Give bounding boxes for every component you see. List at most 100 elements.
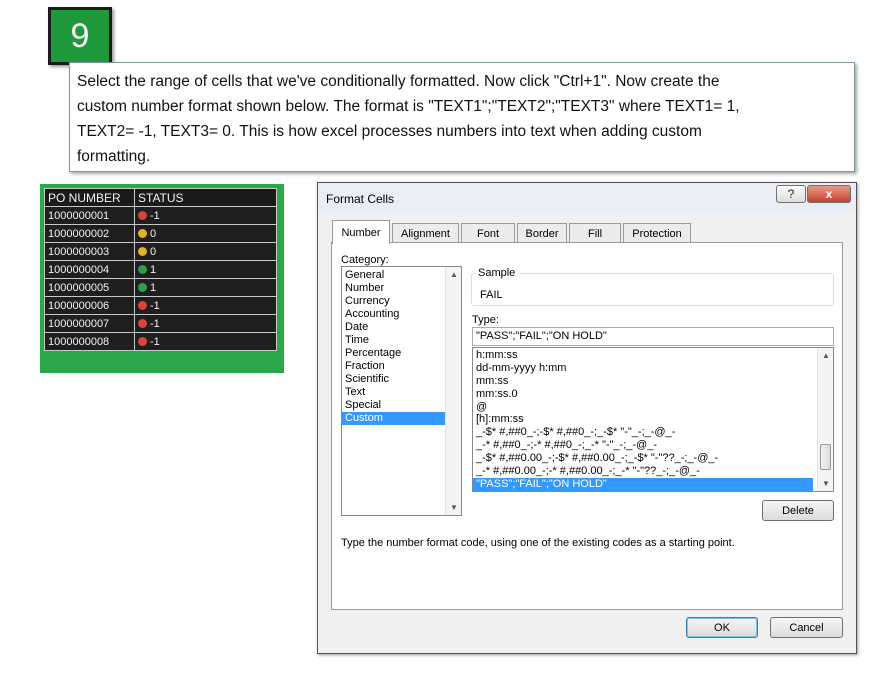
status-cell[interactable]: 0	[134, 242, 277, 261]
question-mark-icon: ?	[787, 187, 795, 201]
status-value: 0	[150, 245, 157, 258]
scroll-up-icon[interactable]: ▲	[446, 270, 462, 279]
list-item[interactable]: mm:ss.0	[473, 388, 813, 401]
po-cell[interactable]: 1000000003	[44, 242, 135, 261]
status-value: 1	[150, 263, 157, 276]
scroll-down-icon[interactable]: ▼	[818, 479, 833, 488]
status-value: -1	[150, 335, 160, 348]
status-value: -1	[150, 317, 160, 330]
list-item[interactable]: Date	[342, 321, 446, 334]
po-cell[interactable]: 1000000001	[44, 206, 135, 225]
tab-number[interactable]: Number	[332, 220, 390, 244]
scroll-up-icon[interactable]: ▲	[818, 351, 833, 360]
scroll-thumb[interactable]	[820, 444, 831, 470]
status-cell[interactable]: 1	[134, 260, 277, 279]
red-circle-icon	[138, 300, 147, 310]
list-item[interactable]: _-$* #,##0_-;-$* #,##0_-;_-$* "-"_-;_-@_…	[473, 426, 813, 439]
list-item-selected[interactable]: "PASS";"FAIL";"ON HOLD"	[473, 477, 813, 491]
tab-fill[interactable]: Fill	[569, 223, 621, 243]
instruction-box: Select the range of cells that we've con…	[69, 62, 855, 172]
po-cell[interactable]: 1000000008	[44, 332, 135, 351]
po-cell[interactable]: 1000000007	[44, 314, 135, 333]
po-cell[interactable]: 1000000004	[44, 260, 135, 279]
close-icon: x	[825, 187, 833, 201]
cancel-label: Cancel	[789, 621, 824, 634]
spreadsheet-excerpt: PO NUMBER STATUS 1000000001 -1 1000000002…	[40, 184, 284, 373]
close-button[interactable]: x	[807, 185, 851, 203]
number-tab-panel: Category: General Number Currency Accoun…	[331, 242, 843, 610]
list-item[interactable]: Accounting	[342, 308, 446, 321]
table-row: 1000000005 1	[44, 278, 277, 297]
status-cell[interactable]: -1	[134, 314, 277, 333]
table-row: 1000000004 1	[44, 260, 277, 279]
scroll-down-icon[interactable]: ▼	[446, 503, 462, 512]
ok-label: OK	[714, 621, 730, 634]
delete-button[interactable]: Delete	[762, 500, 834, 521]
list-item[interactable]: Special	[342, 399, 446, 412]
format-scrollbar[interactable]: ▲ ▼	[817, 348, 833, 491]
instruction-line: TEXT2= -1, TEXT3= 0. This is how excel p…	[77, 123, 702, 140]
step-badge: 9	[48, 7, 112, 65]
sample-box	[471, 273, 834, 306]
sample-value: FAIL	[480, 289, 503, 301]
po-cell[interactable]: 1000000005	[44, 278, 135, 297]
list-item[interactable]: Text	[342, 386, 446, 399]
po-cell[interactable]: 1000000006	[44, 296, 135, 315]
instruction-line: custom number format shown below. The fo…	[77, 98, 740, 115]
list-item[interactable]: @	[473, 401, 813, 414]
status-cell[interactable]: -1	[134, 206, 277, 225]
status-header[interactable]: STATUS	[134, 188, 277, 207]
po-number-header[interactable]: PO NUMBER	[44, 188, 135, 207]
red-circle-icon	[138, 210, 147, 220]
list-item[interactable]: Scientific	[342, 373, 446, 386]
ok-button[interactable]: OK	[686, 617, 758, 638]
po-cell[interactable]: 1000000002	[44, 224, 135, 243]
table-row: 1000000002 0	[44, 224, 277, 243]
type-label: Type:	[472, 314, 499, 326]
table-row: 1000000007 -1	[44, 314, 277, 333]
tab-border[interactable]: Border	[517, 223, 567, 243]
status-value: -1	[150, 209, 160, 222]
status-cell[interactable]: 0	[134, 224, 277, 243]
green-circle-icon	[138, 264, 147, 274]
status-cell[interactable]: 1	[134, 278, 277, 297]
list-item[interactable]: [h]:mm:ss	[473, 413, 813, 426]
list-item[interactable]: Time	[342, 334, 446, 347]
status-cell[interactable]: -1	[134, 332, 277, 351]
tab-font[interactable]: Font	[461, 223, 515, 243]
category-list[interactable]: General Number Currency Accounting Date …	[341, 266, 462, 516]
format-cells-dialog: Format Cells ? x Number Alignment Font B…	[317, 182, 857, 654]
list-item[interactable]: Number	[342, 282, 446, 295]
list-item-selected[interactable]: Custom	[342, 412, 446, 425]
dialog-title: Format Cells	[326, 192, 395, 206]
list-item[interactable]: h:mm:ss	[473, 349, 813, 362]
list-item[interactable]: dd-mm-yyyy h:mm	[473, 362, 813, 375]
dialog-titlebar[interactable]: Format Cells ? x	[318, 183, 856, 213]
list-item[interactable]: Fraction	[342, 360, 446, 373]
status-cell[interactable]: -1	[134, 296, 277, 315]
tab-protection[interactable]: Protection	[623, 223, 691, 243]
instruction-line: formatting.	[77, 148, 151, 165]
list-item[interactable]: _-* #,##0_-;-* #,##0_-;_-* "-"_-;_-@_-	[473, 439, 813, 452]
tab-alignment[interactable]: Alignment	[392, 223, 459, 243]
list-item[interactable]: _-$* #,##0.00_-;-$* #,##0.00_-;_-$* "-"?…	[473, 452, 813, 465]
cancel-button[interactable]: Cancel	[770, 617, 843, 638]
list-item[interactable]: Percentage	[342, 347, 446, 360]
status-value: 0	[150, 227, 157, 240]
table-row: 1000000008 -1	[44, 332, 277, 351]
yellow-circle-icon	[138, 228, 147, 238]
list-item[interactable]: Currency	[342, 295, 446, 308]
help-text: Type the number format code, using one o…	[341, 537, 735, 549]
help-button[interactable]: ?	[776, 185, 806, 203]
list-item[interactable]: _-* #,##0.00_-;-* #,##0.00_-;_-* "-"??_-…	[473, 465, 813, 478]
format-code-list[interactable]: h:mm:ss dd-mm-yyyy h:mm mm:ss mm:ss.0 @ …	[472, 347, 834, 492]
green-circle-icon	[138, 282, 147, 292]
list-item[interactable]: mm:ss	[473, 375, 813, 388]
category-scrollbar[interactable]: ▲ ▼	[445, 267, 461, 515]
table-row: 1000000001 -1	[44, 206, 277, 225]
po-status-table: PO NUMBER STATUS 1000000001 -1 1000000002…	[44, 188, 277, 351]
step-number: 9	[70, 16, 90, 55]
type-input[interactable]: "PASS";"FAIL";"ON HOLD"	[472, 327, 834, 346]
status-value: 1	[150, 281, 157, 294]
list-item[interactable]: General	[342, 269, 446, 282]
